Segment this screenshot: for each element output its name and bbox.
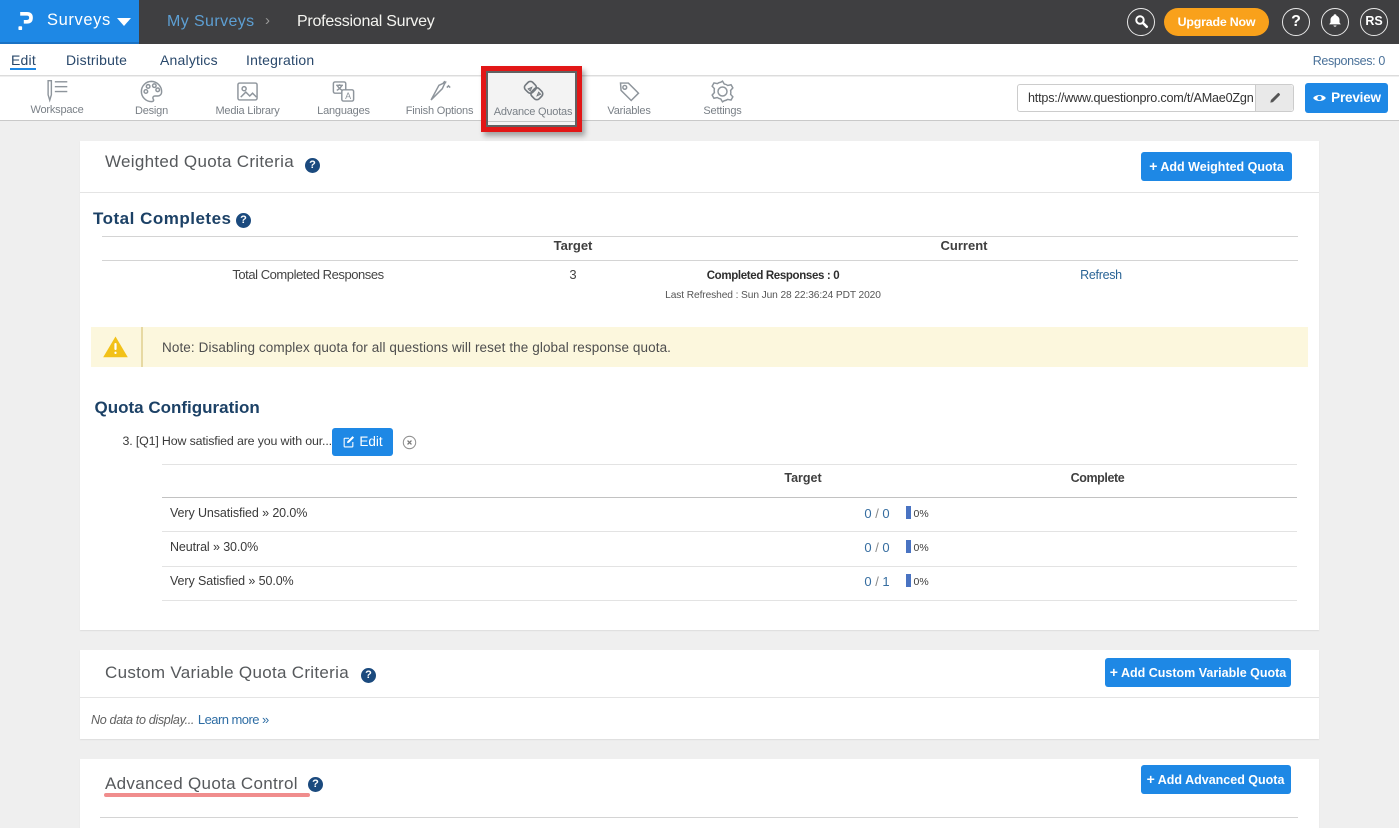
svg-text:A: A [345,91,351,101]
